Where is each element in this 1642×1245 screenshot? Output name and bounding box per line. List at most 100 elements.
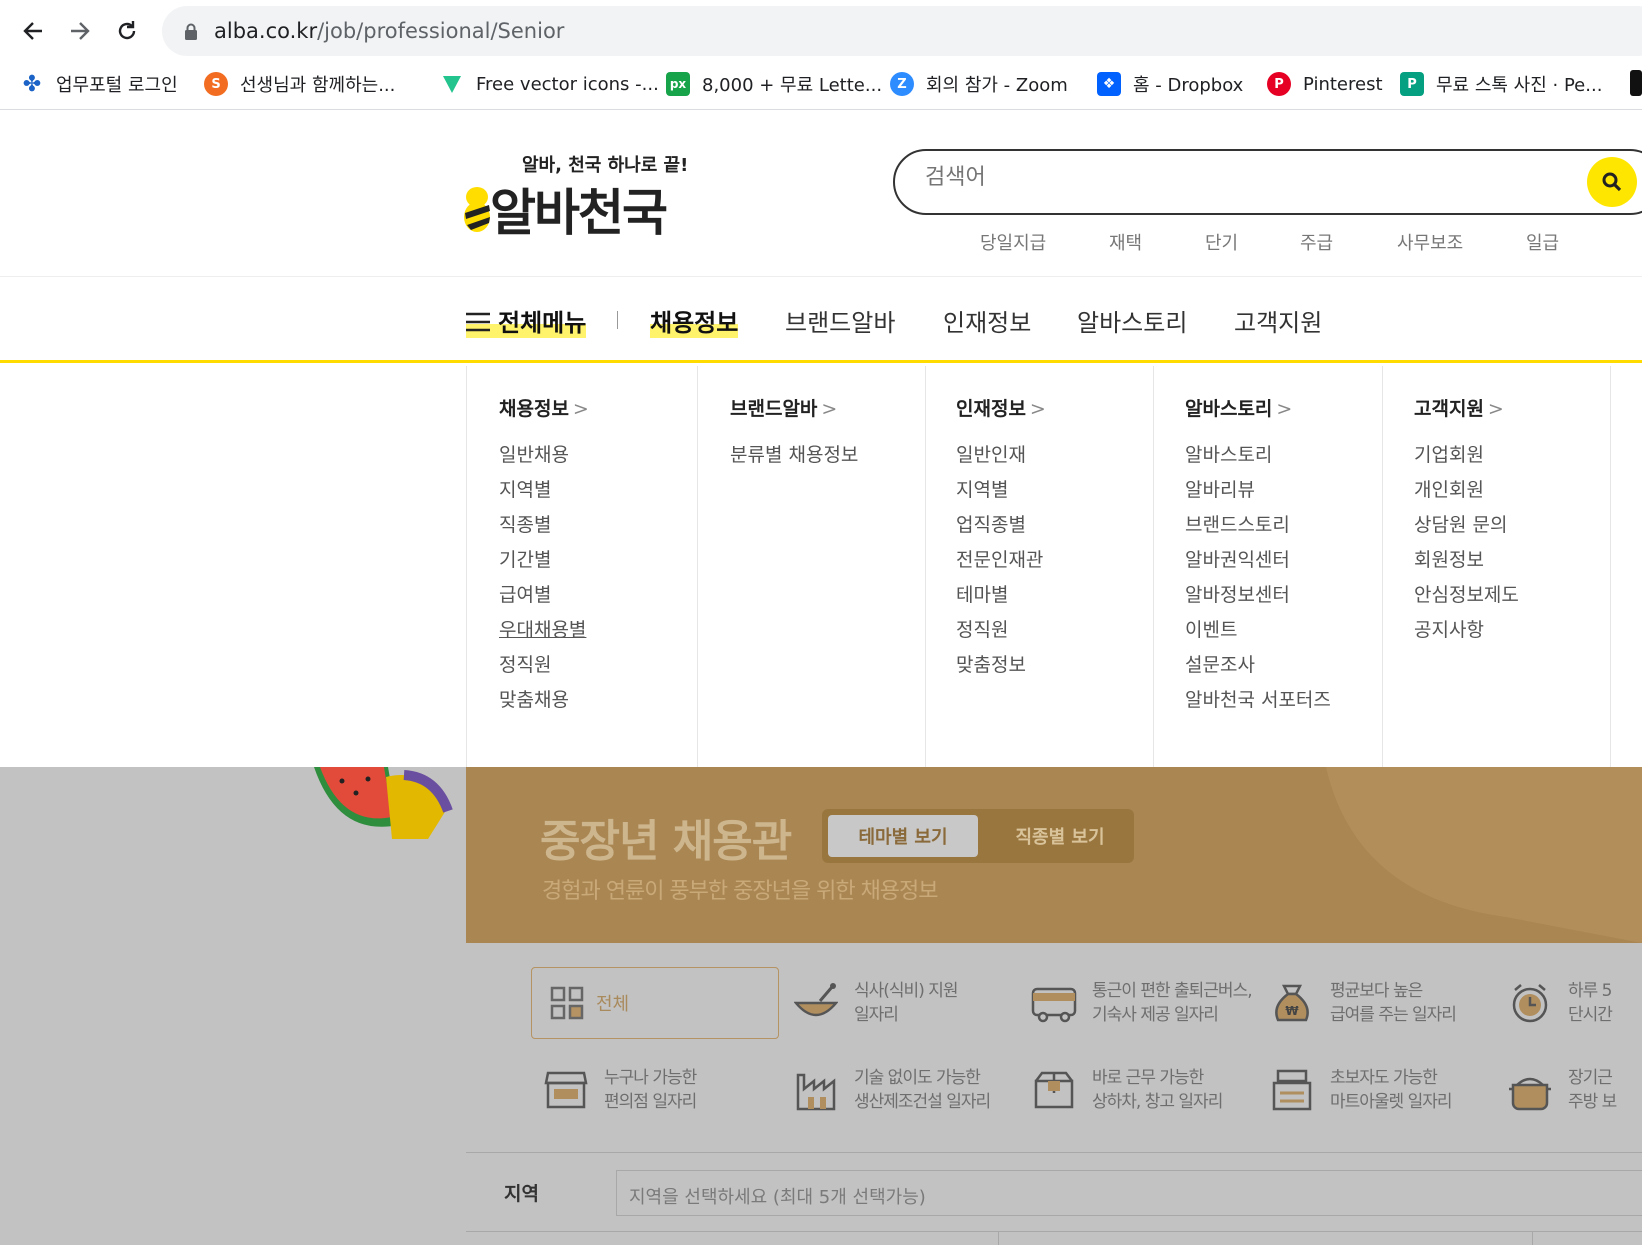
quick-link-1[interactable]: 재택: [1109, 229, 1142, 255]
menu-column-title[interactable]: 브랜드알바 >: [730, 394, 837, 421]
menu-link[interactable]: 전문인재관: [956, 545, 1043, 572]
theme-item-short[interactable]: 하루 5 단시간: [1506, 973, 1613, 1033]
menu-link[interactable]: 맞춤채용: [499, 685, 569, 712]
menu-link[interactable]: 지역별: [956, 475, 1008, 502]
menu-link-hovered[interactable]: 우대채용별: [499, 615, 586, 642]
menu-column-title[interactable]: 고객지원 >: [1414, 394, 1504, 421]
menu-link[interactable]: 맞춤정보: [956, 650, 1026, 677]
px-icon: px: [666, 72, 690, 96]
nav-item-story[interactable]: 알바스토리: [1077, 303, 1187, 338]
menu-link[interactable]: 알바천국 서포터즈: [1185, 685, 1331, 712]
menu-link[interactable]: 회원정보: [1414, 545, 1484, 572]
theme-item-meal[interactable]: 식사(식비) 지원 일자리: [792, 973, 959, 1033]
theme-item-store[interactable]: 누구나 가능한 편의점 일자리: [542, 1060, 697, 1120]
site-header: 알바, 천국 하나로 끝! 알바천국 당일지급 재택 단기 주급 사무보조 일급: [0, 111, 1642, 277]
theme-item-mart[interactable]: 초보자도 가능한 마트아울렛 일자리: [1268, 1060, 1453, 1120]
quick-link-3[interactable]: 주급: [1300, 229, 1333, 255]
menu-column-title[interactable]: 인재정보 >: [956, 394, 1046, 421]
back-arrow-icon: [23, 22, 42, 40]
menu-link[interactable]: 일반채용: [499, 440, 569, 467]
menu-column-title[interactable]: 알바스토리 >: [1185, 394, 1292, 421]
menu-column-talent: 인재정보 > 일반인재 지역별 업직종별 전문인재관 테마별 정직원 맞춤정보: [925, 366, 1153, 767]
bookmark-7[interactable]: P 무료 스톡 사진 · Pe...: [1400, 70, 1602, 98]
menu-link[interactable]: 상담원 문의: [1414, 510, 1507, 537]
quick-link-4[interactable]: 사무보조: [1397, 229, 1463, 255]
menu-link[interactable]: 기간별: [499, 545, 551, 572]
bookmark-1[interactable]: S 선생님과 함께하는...: [204, 70, 395, 98]
menu-link[interactable]: 알바리뷰: [1185, 475, 1255, 502]
quick-link-5[interactable]: 일급: [1526, 229, 1559, 255]
bookmark-0[interactable]: ✤ 업무포털 로그인: [20, 70, 178, 98]
menu-link[interactable]: 급여별: [499, 580, 551, 607]
forward-button[interactable]: [63, 14, 97, 48]
bookmark-3[interactable]: px 8,000 + 무료 Lette...: [666, 70, 882, 98]
clock-icon: [1506, 979, 1554, 1027]
menu-link[interactable]: 분류별 채용정보: [730, 440, 858, 467]
chevron-right-icon: >: [1487, 398, 1504, 420]
view-tabs: 테마별 보기 직종별 보기: [822, 809, 1134, 863]
tab-job-view[interactable]: 직종별 보기: [990, 815, 1130, 857]
forward-arrow-icon: [71, 22, 90, 40]
quick-link-2[interactable]: 단기: [1205, 229, 1238, 255]
bookmark-overflow[interactable]: [1630, 70, 1642, 96]
banner-subtitle: 경험과 연륜이 풍부한 중장년을 위한 채용정보: [542, 879, 939, 904]
menu-link[interactable]: 직종별: [499, 510, 551, 537]
menu-column-title[interactable]: 채용정보 >: [499, 394, 589, 421]
pinterest-icon: P: [1267, 72, 1291, 96]
quick-link-0[interactable]: 당일지급: [980, 229, 1046, 255]
menu-link[interactable]: 기업회원: [1414, 440, 1484, 467]
tab-theme-view[interactable]: 테마별 보기: [828, 815, 978, 857]
theme-item-bus[interactable]: 통근이 편한 출퇴근버스, 기숙사 제공 일자리: [1030, 973, 1253, 1033]
store-icon: [542, 1066, 590, 1114]
all-menu-button[interactable]: 전체메뉴: [466, 303, 587, 338]
menu-link[interactable]: 브랜드스토리: [1185, 510, 1290, 537]
nav-item-support[interactable]: 고객지원: [1234, 303, 1322, 338]
menu-link[interactable]: 지역별: [499, 475, 551, 502]
menu-link[interactable]: 안심정보제도: [1414, 580, 1519, 607]
menu-link[interactable]: 알바권익센터: [1185, 545, 1290, 572]
menu-link[interactable]: 개인회원: [1414, 475, 1484, 502]
bookmark-6[interactable]: P Pinterest: [1267, 70, 1383, 98]
menu-link[interactable]: 테마별: [956, 580, 1008, 607]
nav-item-talent[interactable]: 인재정보: [943, 303, 1031, 338]
address-bar[interactable]: alba.co.kr/job/professional/Senior: [162, 6, 1642, 56]
menu-link[interactable]: 업직종별: [956, 510, 1026, 537]
menu-link[interactable]: 알바스토리: [1185, 440, 1272, 467]
back-button[interactable]: [16, 14, 50, 48]
theme-item-box[interactable]: 바로 근무 가능한 상하차, 창고 일자리: [1030, 1060, 1223, 1120]
search-button[interactable]: [1587, 157, 1637, 207]
theme-all-button[interactable]: 전체: [531, 967, 779, 1039]
theme-item-money[interactable]: ₩ 평균보다 높은 급여를 주는 일자리: [1268, 973, 1457, 1033]
nav-item-brand[interactable]: 브랜드알바: [785, 303, 895, 338]
bookmarks-bar: ✤ 업무포털 로그인 S 선생님과 함께하는... Free vector ic…: [0, 62, 1642, 104]
bookmark-2[interactable]: Free vector icons -...: [440, 70, 659, 98]
menu-link[interactable]: 이벤트: [1185, 615, 1237, 642]
bookmark-4[interactable]: Z 회의 참가 - Zoom: [890, 70, 1068, 98]
menu-column-brand: 브랜드알바 > 분류별 채용정보: [697, 366, 925, 767]
menu-link[interactable]: 공지사항: [1414, 615, 1484, 642]
menu-link[interactable]: 알바정보센터: [1185, 580, 1290, 607]
nav-item-recruit[interactable]: 채용정보: [650, 303, 739, 338]
pot-icon: [1506, 1066, 1554, 1114]
menu-link[interactable]: 정직원: [499, 650, 551, 677]
menu-link[interactable]: 일반인재: [956, 440, 1026, 467]
register-icon: [1268, 1066, 1316, 1114]
url-text: alba.co.kr/job/professional/Senior: [214, 19, 565, 43]
search-box: [893, 149, 1642, 215]
reload-button[interactable]: [110, 14, 144, 48]
bee-logo-icon: [464, 187, 490, 232]
search-input[interactable]: [925, 165, 1525, 190]
search-icon: [1602, 172, 1622, 192]
theme-item-kitchen[interactable]: 장기근 주방 보: [1506, 1060, 1617, 1120]
menu-link[interactable]: 정직원: [956, 615, 1008, 642]
site-logo[interactable]: 알바천국: [490, 173, 668, 245]
money-bag-icon: ₩: [1268, 979, 1316, 1027]
mega-menu: 채용정보 > 일반채용 지역별 직종별 기간별 급여별 우대채용별 정직원 맞춤채…: [0, 366, 1642, 767]
theme-item-factory[interactable]: 기술 없이도 가능한 생산제조건설 일자리: [792, 1060, 991, 1120]
bookmark-5[interactable]: ❖ 홈 - Dropbox: [1097, 70, 1243, 98]
main-navigation: 전체메뉴 채용정보 브랜드알바 인재정보 알바스토리 고객지원: [0, 277, 1642, 363]
region-select[interactable]: 지역을 선택하세요 (최대 5개 선택가능): [616, 1170, 1642, 1216]
chevron-right-icon: >: [1276, 398, 1293, 420]
s-icon: S: [204, 72, 228, 96]
menu-link[interactable]: 설문조사: [1185, 650, 1255, 677]
